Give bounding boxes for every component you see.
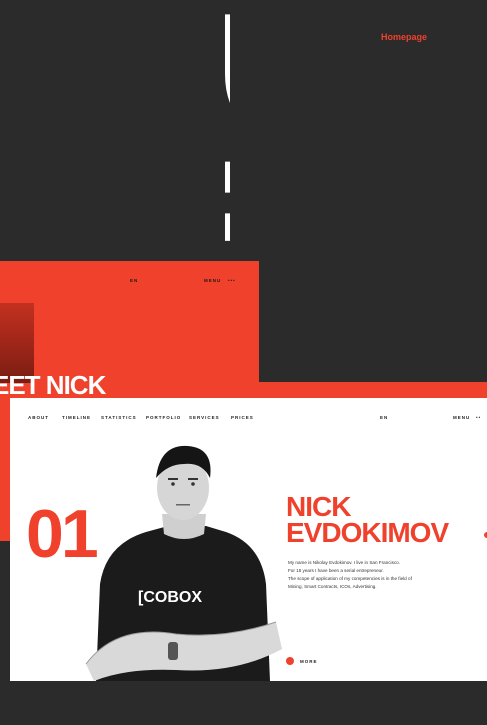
red-accent-strip [259,382,487,398]
bio-text: My name is Nikolay Evdokimov. I live in … [288,559,478,591]
red-lang-switch[interactable]: EN [130,278,138,283]
hero-panel: ABOUT TIMELINE STATISTICS PORTFOLIO SERV… [10,398,487,681]
meet-headline: EET NICK [0,370,106,400]
nav-item-services[interactable]: SERVICES [189,415,220,420]
red-menu-dots-icon[interactable]: ••• [228,278,236,283]
bio-line: Mining, Smart Contracts, ICOs, Advertisi… [288,584,377,589]
bio-line: The scope of application of my competenc… [288,576,412,581]
lang-switch[interactable]: EN [380,415,388,420]
last-name: EVDOKIMOV [286,517,449,548]
nav-item-about[interactable]: ABOUT [28,415,49,420]
more-button[interactable]: MORE [300,659,318,664]
nav-item-timeline[interactable]: TIMELINE [62,415,91,420]
background-word: DIN [179,0,230,300]
nav-item-portfolio[interactable]: PORTFOLIO [146,415,181,420]
shirt-logo-text: [COBOX [138,589,202,606]
menu-link[interactable]: MENU [453,415,470,420]
more-dot-icon[interactable] [286,657,294,665]
person-name: NICK EVDOKIMOV [286,493,449,548]
bio-line: For 15 years I have been a serial entrep… [288,568,384,573]
background-word-text: DIN [179,0,230,300]
menu-dots-icon[interactable]: •• [476,415,481,420]
homepage-label[interactable]: Homepage [381,32,427,42]
bio-line: My name is Nikolay Evdokimov. I live in … [288,560,400,565]
portrait-photo: [COBOX [85,445,282,681]
nav-item-statistics[interactable]: STATISTICS [101,415,137,420]
nav-item-prices[interactable]: PRICES [231,415,254,420]
red-menu-link[interactable]: MENU [204,278,221,283]
